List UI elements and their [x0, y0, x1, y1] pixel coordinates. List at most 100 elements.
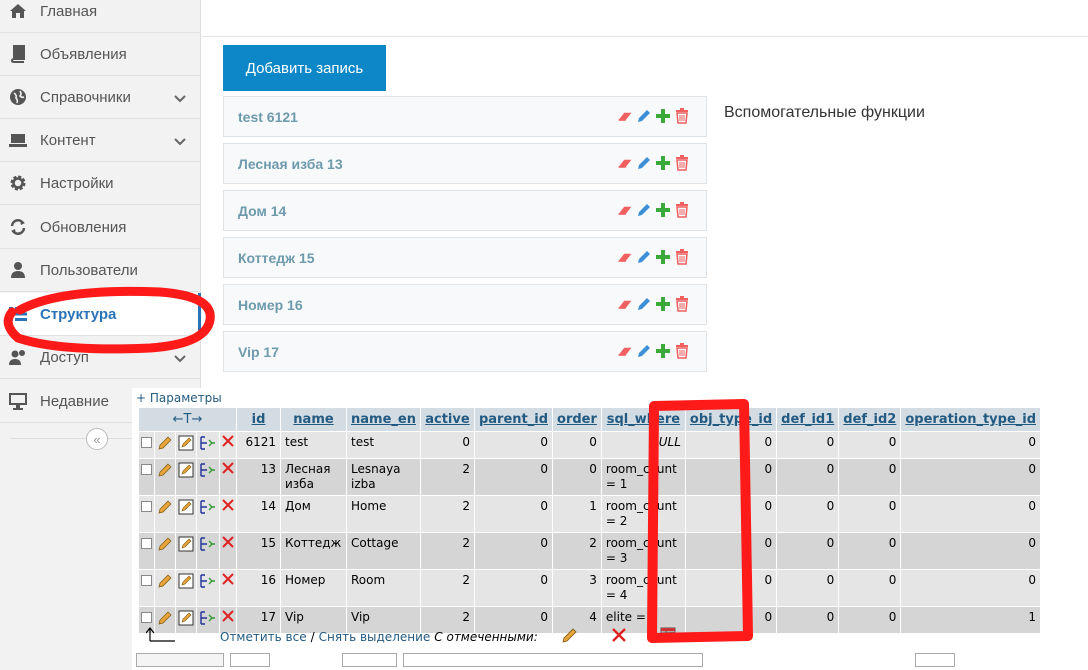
row-delete-icon[interactable] [219, 495, 237, 533]
cell-active[interactable]: 2 [419, 458, 475, 496]
cell-def-id2[interactable]: 0 [838, 532, 902, 570]
cell-name-en[interactable]: Home [346, 495, 421, 533]
sidebar-item-access[interactable]: Доступ [0, 336, 200, 379]
eraser-icon[interactable] [617, 343, 633, 359]
cell-def-id2[interactable]: 0 [838, 431, 902, 459]
params-link[interactable]: + Параметры [136, 391, 222, 405]
delete-trash-icon[interactable] [674, 202, 690, 218]
sidebar-item-updates[interactable]: Обновления [0, 206, 200, 249]
delete-trash-icon[interactable] [674, 296, 690, 312]
structure-record[interactable]: Vip 17 [223, 331, 707, 372]
cell-def-id2[interactable]: 0 [838, 606, 902, 634]
cell-operation-type-id[interactable]: 0 [900, 495, 1042, 533]
edit-pencil-icon[interactable] [636, 202, 652, 218]
cell-id[interactable]: 14 [236, 495, 281, 533]
eraser-icon[interactable] [617, 296, 633, 312]
cell-name[interactable]: Номер [280, 569, 347, 607]
cell-order[interactable]: 2 [552, 532, 602, 570]
add-child-plus-icon[interactable] [655, 202, 671, 218]
sidebar-item-users[interactable]: Пользователи [0, 249, 200, 292]
bulk-delete-icon[interactable] [611, 628, 626, 645]
cell-name-en[interactable]: Lesnaya izba [346, 458, 421, 496]
column-header[interactable]: def_id2 [838, 407, 902, 432]
row-edit-pencil-icon[interactable] [154, 569, 176, 607]
cell-operation-type-id[interactable]: 0 [900, 458, 1042, 496]
cell-order[interactable]: 0 [552, 458, 602, 496]
column-header[interactable]: operation_type_id [900, 407, 1042, 432]
cell-sql-where[interactable]: NULL [600, 431, 686, 459]
row-edit-pencil-icon[interactable] [154, 431, 176, 459]
row-copy-icon[interactable] [196, 431, 220, 459]
cell-id[interactable]: 13 [236, 458, 281, 496]
cell-operation-type-id[interactable]: 1 [900, 606, 1042, 634]
cell-obj-type-id[interactable]: 0 [684, 495, 778, 533]
row-inline-edit-icon[interactable] [175, 458, 197, 496]
rows-count-input[interactable] [230, 653, 270, 667]
sidebar-item-ads[interactable]: Объявления [0, 33, 200, 76]
cell-name[interactable]: Коттедж [280, 532, 347, 570]
show-button[interactable] [136, 653, 224, 667]
add-child-plus-icon[interactable] [655, 108, 671, 124]
eraser-icon[interactable] [617, 249, 633, 265]
cell-def-id2[interactable]: 0 [838, 495, 902, 533]
add-child-plus-icon[interactable] [655, 343, 671, 359]
add-child-plus-icon[interactable] [655, 249, 671, 265]
mode-select[interactable] [403, 653, 703, 667]
bulk-export-icon[interactable] [660, 627, 676, 646]
row-inline-edit-icon[interactable] [175, 569, 197, 607]
column-header[interactable]: name_en [346, 407, 421, 432]
row-checkbox[interactable] [138, 458, 155, 496]
row-checkbox[interactable] [138, 532, 155, 570]
deselect-all-link[interactable]: Снять выделение [319, 630, 431, 644]
row-inline-edit-icon[interactable] [175, 431, 197, 459]
cell-name-en[interactable]: Cottage [346, 532, 421, 570]
row-checkbox[interactable] [138, 495, 155, 533]
select-all-link[interactable]: Отметить все [220, 630, 307, 644]
cell-def-id1[interactable]: 0 [776, 606, 840, 634]
eraser-icon[interactable] [617, 202, 633, 218]
cell-def-id1[interactable]: 0 [776, 495, 840, 533]
row-edit-pencil-icon[interactable] [154, 495, 176, 533]
row-inline-edit-icon[interactable] [175, 495, 197, 533]
column-header[interactable]: obj_type_id [684, 407, 778, 432]
edit-pencil-icon[interactable] [636, 249, 652, 265]
sidebar-item-structure[interactable]: Структура [0, 293, 201, 336]
cell-parent-id[interactable]: 0 [473, 569, 554, 607]
cell-def-id2[interactable]: 0 [838, 569, 902, 607]
delete-trash-icon[interactable] [674, 249, 690, 265]
cell-name[interactable]: Дом [280, 495, 347, 533]
cell-def-id1[interactable]: 0 [776, 532, 840, 570]
cell-obj-type-id[interactable]: 0 [684, 431, 778, 459]
cell-active[interactable]: 0 [419, 431, 475, 459]
edit-pencil-icon[interactable] [636, 296, 652, 312]
row-copy-icon[interactable] [196, 569, 220, 607]
row-checkbox[interactable] [138, 569, 155, 607]
sidebar-item-settings[interactable]: Настройки [0, 162, 200, 205]
edit-pencil-icon[interactable] [636, 343, 652, 359]
cell-def-id2[interactable]: 0 [838, 458, 902, 496]
row-copy-icon[interactable] [196, 495, 220, 533]
cell-name[interactable]: Лесная изба [280, 458, 347, 496]
cell-operation-type-id[interactable]: 0 [900, 532, 1042, 570]
column-header[interactable]: parent_id [473, 407, 554, 432]
eraser-icon[interactable] [617, 108, 633, 124]
delete-trash-icon[interactable] [674, 155, 690, 171]
add-record-button[interactable]: Добавить запись [223, 45, 386, 91]
column-header[interactable]: order [552, 407, 602, 432]
structure-record[interactable]: Номер 16 [223, 284, 707, 325]
cell-def-id1[interactable]: 0 [776, 569, 840, 607]
cell-parent-id[interactable]: 0 [473, 431, 554, 459]
cell-parent-id[interactable]: 0 [473, 495, 554, 533]
row-copy-icon[interactable] [196, 532, 220, 570]
cell-def-id1[interactable]: 0 [776, 458, 840, 496]
row-edit-pencil-icon[interactable] [154, 532, 176, 570]
cell-order[interactable]: 0 [552, 431, 602, 459]
cell-name[interactable]: test [280, 431, 347, 459]
structure-record[interactable]: test 6121 [223, 96, 707, 137]
column-header[interactable]: name [280, 407, 347, 432]
cell-operation-type-id[interactable]: 0 [900, 431, 1042, 459]
row-copy-icon[interactable] [196, 458, 220, 496]
bulk-edit-icon[interactable] [560, 626, 578, 647]
cell-name-en[interactable]: Room [346, 569, 421, 607]
cell-sql-where[interactable]: room_count = 2 [600, 495, 686, 533]
